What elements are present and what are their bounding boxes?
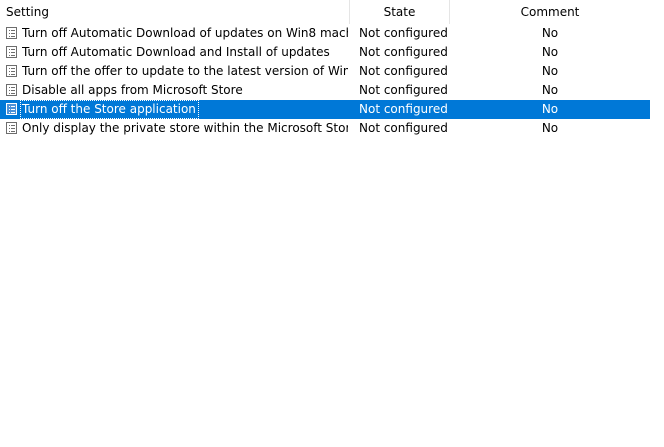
table-row[interactable]: Disable all apps from Microsoft Store No… bbox=[0, 81, 650, 100]
policy-setting-icon bbox=[6, 103, 17, 115]
setting-comment: No bbox=[541, 26, 559, 40]
setting-state: Not configured bbox=[359, 102, 448, 116]
column-header-comment[interactable]: Comment bbox=[450, 0, 650, 24]
setting-state: Not configured bbox=[359, 45, 448, 59]
setting-state: Not configured bbox=[359, 26, 448, 40]
setting-state: Not configured bbox=[359, 121, 448, 135]
column-header-setting[interactable]: Setting bbox=[0, 0, 350, 24]
setting-comment: No bbox=[541, 45, 559, 59]
table-row[interactable]: Only display the private store within th… bbox=[0, 119, 650, 138]
policy-setting-icon bbox=[6, 84, 17, 96]
setting-name: Turn off the Store application bbox=[20, 100, 199, 119]
table-row[interactable]: Turn off Automatic Download and Install … bbox=[0, 43, 650, 62]
policy-setting-icon bbox=[6, 46, 17, 58]
column-header-state[interactable]: State bbox=[350, 0, 450, 24]
setting-name: Turn off Automatic Download and Install … bbox=[22, 45, 330, 59]
settings-rows: Turn off Automatic Download of updates o… bbox=[0, 24, 650, 138]
setting-comment: No bbox=[541, 64, 559, 78]
setting-state: Not configured bbox=[359, 64, 448, 78]
policy-setting-icon bbox=[6, 27, 17, 39]
setting-comment: No bbox=[541, 83, 559, 97]
table-row[interactable]: Turn off the offer to update to the late… bbox=[0, 62, 650, 81]
policy-settings-list: Setting State Comment Turn off Automatic… bbox=[0, 0, 664, 447]
column-header-bar: Setting State Comment bbox=[0, 0, 650, 24]
setting-comment: No bbox=[541, 121, 559, 135]
setting-name: Disable all apps from Microsoft Store bbox=[22, 83, 243, 97]
table-row[interactable]: Turn off Automatic Download of updates o… bbox=[0, 24, 650, 43]
setting-name: Only display the private store within th… bbox=[22, 121, 348, 135]
setting-name: Turn off the offer to update to the late… bbox=[22, 64, 348, 78]
policy-setting-icon bbox=[6, 65, 17, 77]
setting-comment: No bbox=[541, 102, 559, 116]
policy-setting-icon bbox=[6, 122, 17, 134]
setting-name: Turn off Automatic Download of updates o… bbox=[22, 26, 348, 40]
setting-state: Not configured bbox=[359, 83, 448, 97]
table-row-selected[interactable]: Turn off the Store application Not confi… bbox=[0, 100, 650, 119]
